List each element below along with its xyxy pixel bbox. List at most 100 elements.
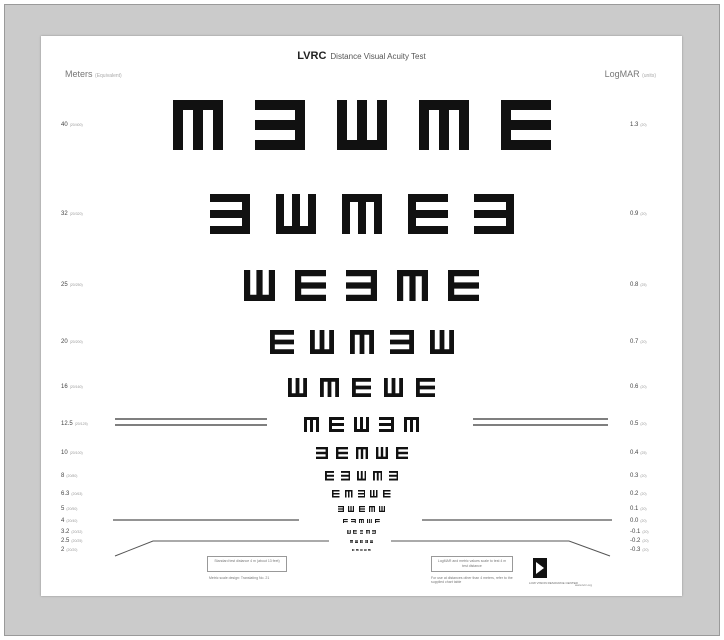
row-logmar-label: 0.5 (20) [630, 421, 670, 427]
row-meters-label: 40 (20/400) [61, 122, 131, 128]
optotype-m [354, 416, 369, 432]
optotype-e [448, 269, 479, 301]
logmar-value: 1.3 [630, 122, 639, 128]
logmar-sub: (25) [640, 451, 647, 455]
row-logmar-label: 1.3 (20) [630, 122, 670, 128]
optotype-w [404, 416, 419, 432]
acuity-row [41, 506, 682, 512]
row-meters-label: 16 (20/160) [61, 384, 131, 390]
acuity-row [41, 377, 682, 397]
row-logmar-label: 0.1 (20) [630, 506, 670, 512]
snellen-equivalent: (20/160) [69, 385, 83, 389]
optotype-w [304, 416, 319, 432]
logmar-sub: (20) [640, 507, 647, 511]
snellen-equivalent: (20/25) [71, 539, 83, 543]
acuity-chart-card: LVRC Distance Visual Acuity Test Meters (… [41, 36, 682, 596]
snellen-equivalent: (20/200) [69, 340, 83, 344]
optotype-m [288, 377, 307, 397]
logmar-sub: (20) [640, 492, 647, 496]
logmar-sub: (20) [642, 548, 649, 552]
optotype-m [244, 269, 275, 301]
meters-value: 4 [61, 518, 65, 524]
optotype-e [416, 377, 435, 397]
optotype-w [349, 330, 374, 354]
optotype-m [275, 194, 316, 234]
optotype-m [375, 447, 388, 459]
optotype-e [342, 518, 348, 524]
optotype-three [372, 530, 377, 534]
meters-value: 2.5 [61, 538, 70, 544]
row-logmar-label: 0.3 (20) [630, 473, 670, 479]
optotype-m [348, 506, 355, 512]
optotype-w [349, 539, 353, 543]
snellen-equivalent: (20/63) [71, 492, 83, 496]
meters-value: 6.3 [61, 491, 70, 497]
optotype-three [357, 490, 366, 498]
snellen-equivalent: (20/125) [74, 422, 88, 426]
logmar-sub: (20) [640, 474, 647, 478]
optotype-three [365, 539, 369, 543]
logmar-value: 0.0 [630, 518, 639, 524]
row-logmar-label: -0.2 (20) [630, 538, 670, 544]
snellen-equivalent: (20/80) [66, 474, 78, 478]
logmar-sub: (20) [640, 385, 647, 389]
logmar-value: 0.6 [630, 384, 639, 390]
row-logmar-label: 0.4 (25) [630, 450, 670, 456]
logmar-value: -0.1 [630, 529, 641, 535]
optotype-w [359, 518, 364, 524]
optotype-three [338, 506, 345, 512]
optotype-m [346, 530, 351, 534]
row-meters-label: 2 (20/20) [61, 547, 131, 553]
optotype-e [352, 548, 355, 552]
row-meters-label: 5 (20/50) [61, 506, 131, 512]
logmar-sub: (20) [642, 539, 649, 543]
optotype-m [309, 330, 334, 354]
logmar-sub: (20) [640, 519, 647, 523]
acuity-row [41, 530, 682, 534]
row-meters-label: 2.5 (20/25) [61, 538, 131, 544]
optotype-m [429, 330, 454, 354]
distance-instructions: For use at distances other than 4 meters… [431, 576, 513, 585]
row-logmar-label: 0.9 (20) [630, 211, 670, 217]
acuity-row [41, 471, 682, 481]
optotype-w [355, 447, 368, 459]
optotype-e [329, 416, 344, 432]
optotype-e [332, 490, 340, 498]
optotype-e [295, 269, 326, 301]
optotype-w [368, 548, 371, 552]
optotype-e [500, 100, 551, 150]
snellen-equivalent: (20/400) [69, 123, 83, 127]
logmar-value: 0.7 [630, 339, 639, 345]
row-meters-label: 32 (20/320) [61, 211, 131, 217]
logmar-sub: (20) [642, 530, 649, 534]
optotype-m [356, 471, 367, 481]
meters-value: 16 [61, 384, 68, 390]
lvrc-logo-icon [533, 558, 547, 578]
optotype-e [375, 518, 381, 524]
optotype-e [360, 539, 363, 543]
acuity-row [41, 330, 682, 354]
acuity-row [41, 539, 682, 543]
optotype-m [370, 490, 378, 498]
snellen-equivalent: (20/250) [69, 283, 83, 287]
optotype-m [378, 506, 385, 512]
optotype-e [269, 330, 294, 354]
optotype-m [384, 377, 403, 397]
row-logmar-label: -0.1 (20) [630, 529, 670, 535]
acuity-row [41, 518, 682, 524]
scale-note-box: LogMAR and metric values scale to test 4… [431, 556, 513, 572]
optotype-rows: 40 (20/400) 1.3 (20) 32 (20/320) 0.9 (20) 25 (20/… [41, 36, 682, 596]
optotype-three [351, 518, 356, 524]
row-logmar-label: -0.3 (20) [630, 547, 670, 553]
optotype-three [379, 416, 394, 432]
logo-caption: LOW VISION RESOURCE CENTER [529, 581, 578, 585]
optotype-three [209, 194, 250, 234]
optotype-w [418, 100, 469, 150]
logmar-value: -0.2 [630, 538, 641, 544]
row-meters-label: 12.5 (20/125) [61, 421, 131, 427]
optotype-three [254, 100, 305, 150]
optotype-w [365, 530, 370, 534]
optotype-e [383, 490, 391, 498]
logmar-value: 0.1 [630, 506, 639, 512]
logmar-value: 0.2 [630, 491, 639, 497]
